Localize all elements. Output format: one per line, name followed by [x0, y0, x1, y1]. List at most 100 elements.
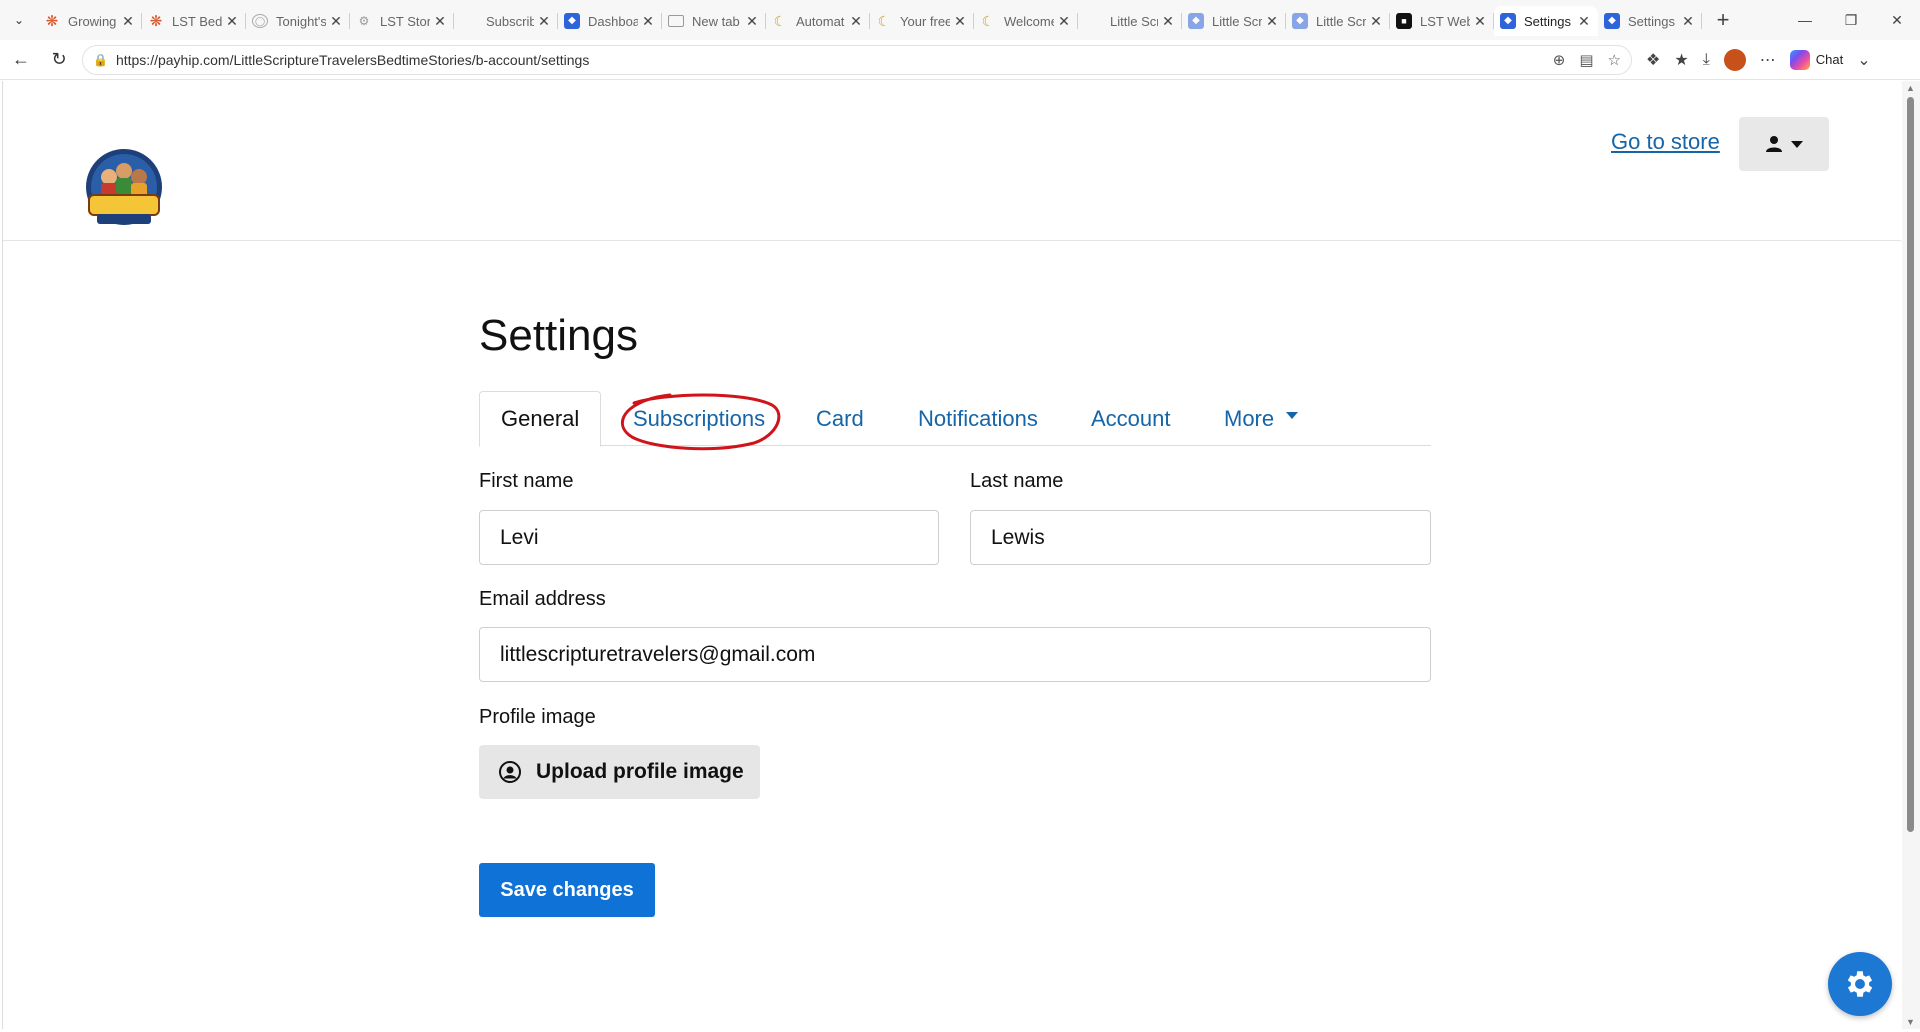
- browser-toolbar: ← ↻ 🔒 https://payhip.com/LittleScripture…: [0, 40, 1920, 80]
- user-menu-button[interactable]: [1739, 117, 1829, 171]
- close-icon[interactable]: ✕: [1160, 13, 1176, 30]
- back-arrow-icon[interactable]: ←: [4, 43, 38, 77]
- scroll-up-arrow-icon[interactable]: ▲: [1906, 83, 1915, 93]
- close-icon[interactable]: ✕: [536, 13, 552, 30]
- address-bar[interactable]: 🔒 https://payhip.com/LittleScriptureTrav…: [82, 44, 1632, 75]
- gear-icon: [1847, 971, 1873, 997]
- lock-icon: 🔒: [93, 52, 108, 67]
- save-changes-button[interactable]: Save changes: [479, 863, 655, 917]
- browser-tab[interactable]: New tab ✕: [662, 6, 766, 36]
- close-icon[interactable]: ✕: [1056, 13, 1072, 30]
- tab-title: Subscrib: [486, 13, 534, 29]
- browser-tab[interactable]: ◆ Little Scr ✕: [1182, 6, 1286, 36]
- email-label: Email address: [479, 588, 606, 610]
- asterisk-icon: ❋: [45, 12, 59, 30]
- last-name-field[interactable]: [970, 510, 1431, 565]
- scroll-thumb[interactable]: [1907, 97, 1914, 832]
- close-icon[interactable]: ✕: [640, 13, 656, 30]
- tab-title: LST Bedt: [172, 13, 222, 29]
- close-icon[interactable]: ✕: [1368, 13, 1384, 30]
- close-icon[interactable]: ✕: [224, 13, 240, 30]
- address-bar-actions: ⊕ ▤ ☆: [1553, 51, 1621, 69]
- scroll-down-arrow-icon[interactable]: ▼: [1906, 1017, 1915, 1027]
- close-icon[interactable]: ✕: [1472, 13, 1488, 30]
- first-name-label: First name: [479, 470, 574, 492]
- tab-card[interactable]: Card: [816, 391, 864, 446]
- tab-more-label: More: [1224, 405, 1275, 431]
- black-square-icon: ■: [1396, 13, 1412, 29]
- tab-title: LST Story: [380, 13, 430, 29]
- copilot-chat-button[interactable]: Chat: [1789, 49, 1843, 70]
- tab-title: Little Scr: [1316, 13, 1366, 29]
- close-icon[interactable]: ✕: [848, 13, 864, 30]
- tab-general[interactable]: General: [479, 391, 602, 447]
- chevron-down-icon: [1791, 140, 1803, 148]
- email-field[interactable]: [479, 627, 1431, 682]
- tab-title: Growing: [68, 13, 117, 29]
- tab-title: Little Scr: [1212, 13, 1262, 29]
- tab-title: Little Scr: [1110, 13, 1158, 29]
- browser-tab[interactable]: ❋ Growing ✕: [38, 6, 142, 36]
- close-icon[interactable]: ✕: [120, 13, 136, 30]
- tab-actions-chevron-icon[interactable]: ⌄: [0, 0, 38, 40]
- browser-tab[interactable]: Subscrib ✕: [454, 6, 558, 36]
- first-name-field[interactable]: [479, 510, 939, 565]
- page-scrollbar[interactable]: ▲ ▼: [1902, 81, 1920, 1029]
- copilot-icon: [1789, 49, 1810, 70]
- sidebar-chevron-icon[interactable]: ⌄: [1857, 50, 1870, 70]
- tab-title: LST Web: [1420, 13, 1470, 29]
- browser-tab[interactable]: ⚙ LST Story✕: [350, 6, 454, 36]
- favorites-icon[interactable]: ★: [1674, 50, 1688, 70]
- tab-notifications[interactable]: Notifications: [918, 391, 1038, 446]
- downloads-icon[interactable]: ⤓: [1703, 51, 1710, 69]
- browser-tab[interactable]: ❋ LST Bedt ✕: [142, 6, 246, 36]
- profile-image-label: Profile image: [479, 706, 596, 728]
- close-icon[interactable]: ✕: [432, 13, 448, 30]
- close-icon[interactable]: ✕: [1576, 13, 1592, 30]
- tab-subscriptions[interactable]: Subscriptions: [633, 391, 765, 446]
- close-icon[interactable]: ✕: [1264, 13, 1280, 30]
- zoom-icon[interactable]: ⊕: [1553, 51, 1566, 69]
- browser-tab[interactable]: ■ LST Web ✕: [1390, 6, 1494, 36]
- browser-tab[interactable]: ◆ Settings ✕: [1598, 6, 1702, 36]
- close-icon[interactable]: ✕: [952, 13, 968, 30]
- window-close-icon[interactable]: ✕: [1874, 0, 1920, 40]
- browser-tabstrip: ⌄ ❋ Growing ✕ ❋ LST Bedt ✕ ◯ Tonight's ✕ ⚙ LST …: [0, 0, 1920, 40]
- tab-more[interactable]: More: [1224, 391, 1299, 446]
- new-tab-plus-icon[interactable]: +: [1706, 5, 1740, 35]
- tab-title: Automat: [796, 13, 845, 29]
- browser-tab[interactable]: ☾ Automat ✕: [766, 6, 870, 36]
- favorite-star-icon[interactable]: ☆: [1608, 51, 1621, 69]
- close-icon[interactable]: ✕: [328, 13, 344, 30]
- gear-icon: ⚙: [358, 14, 370, 28]
- store-logo[interactable]: [81, 147, 167, 233]
- more-menu-icon[interactable]: ⋯: [1760, 50, 1776, 70]
- settings-gear-button[interactable]: [1828, 952, 1892, 1016]
- refresh-icon[interactable]: ↻: [42, 43, 76, 77]
- toolbar-icons: ❖ ★ ⤓ ⋯ Chat ⌄: [1646, 48, 1871, 71]
- browser-tab[interactable]: ◆ Dashboa ✕: [558, 6, 662, 36]
- browser-tab[interactable]: ◯ Tonight's ✕: [246, 6, 350, 36]
- restore-icon[interactable]: ❐: [1828, 0, 1874, 40]
- browser-tab[interactable]: Little Scr ✕: [1078, 6, 1182, 36]
- go-to-store-link[interactable]: Go to store: [1611, 129, 1720, 155]
- minimize-icon[interactable]: —: [1782, 0, 1828, 40]
- reader-view-icon[interactable]: ▤: [1579, 51, 1593, 69]
- browser-tab-active[interactable]: ◆ Settings ✕: [1494, 6, 1598, 36]
- upload-profile-image-button[interactable]: Upload profile image: [479, 745, 760, 799]
- shield-icon: ◆: [1188, 13, 1204, 29]
- shield-icon: ◆: [1500, 13, 1516, 29]
- profile-avatar[interactable]: [1723, 48, 1746, 71]
- moon-icon: ☾: [877, 13, 891, 29]
- newtab-icon: [668, 15, 684, 27]
- user-circle-icon: [499, 761, 521, 783]
- browser-tab[interactable]: ☾ Your free ✕: [870, 6, 974, 36]
- browser-tab[interactable]: ◆ Little Scr ✕: [1286, 6, 1390, 36]
- extensions-puzzle-icon[interactable]: ❖: [1646, 50, 1660, 70]
- settings-tabs: General Subscriptions Card Notifications…: [479, 391, 1431, 447]
- close-icon[interactable]: ✕: [744, 13, 760, 30]
- tab-title: Settings: [1524, 13, 1571, 29]
- close-icon[interactable]: ✕: [1680, 13, 1696, 30]
- tab-account[interactable]: Account: [1091, 391, 1171, 446]
- browser-tab[interactable]: ☾ Welcome ✕: [974, 6, 1078, 36]
